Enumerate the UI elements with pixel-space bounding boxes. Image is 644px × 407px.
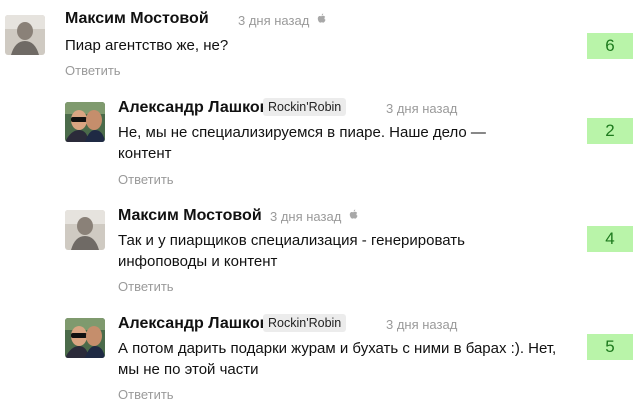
vote-score-badge[interactable]: 2 [587, 118, 633, 144]
timestamp[interactable]: 3 дня назад [238, 13, 309, 28]
avatar-photo [65, 318, 105, 358]
reply-link[interactable]: Ответить [65, 63, 121, 78]
comment-1: Максим Мостовой 3 дня назад Пиар агентст… [0, 0, 644, 85]
author-name[interactable]: Максим Мостовой [118, 207, 262, 225]
avatar-photo [5, 15, 45, 55]
reply-link[interactable]: Ответить [118, 387, 174, 402]
author-badge: Rockin'Robin [263, 314, 347, 332]
avatar-photo [65, 210, 105, 250]
avatar[interactable] [65, 210, 105, 250]
timestamp[interactable]: 3 дня назад [386, 317, 457, 332]
avatar[interactable] [65, 318, 105, 358]
apple-icon [349, 209, 358, 219]
comment-text: Так и у пиарщиков специализация - генери… [118, 232, 465, 270]
vote-score-badge[interactable]: 5 [587, 334, 633, 360]
author-name[interactable]: Александр Лашков [118, 315, 270, 333]
avatar-photo [65, 102, 105, 142]
vote-score-badge[interactable]: 6 [587, 33, 633, 59]
comment-3: Максим Мостовой 3 дня назад Так и у пиар… [0, 200, 644, 300]
avatar[interactable] [5, 15, 45, 55]
author-name[interactable]: Максим Мостовой [65, 10, 209, 28]
comment-4: Александр Лашков Rockin'Robin 3 дня наза… [0, 308, 644, 407]
reply-link[interactable]: Ответить [118, 172, 174, 187]
timestamp[interactable]: 3 дня назад [270, 209, 341, 224]
apple-icon [317, 13, 326, 23]
comment-text: Пиар агентство же, не? [65, 37, 229, 54]
avatar[interactable] [65, 102, 105, 142]
timestamp[interactable]: 3 дня назад [386, 101, 457, 116]
author-badge: Rockin'Robin [263, 98, 347, 116]
author-name[interactable]: Александр Лашков [118, 99, 270, 117]
comment-2: Александр Лашков Rockin'Robin 3 дня наза… [0, 92, 644, 192]
comment-text: Не, мы не специализируемся в пиаре. Наше… [118, 124, 486, 162]
vote-score-badge[interactable]: 4 [587, 226, 633, 252]
comment-text: А потом дарить подарки журам и бухать с … [118, 340, 557, 378]
reply-link[interactable]: Ответить [118, 279, 174, 294]
